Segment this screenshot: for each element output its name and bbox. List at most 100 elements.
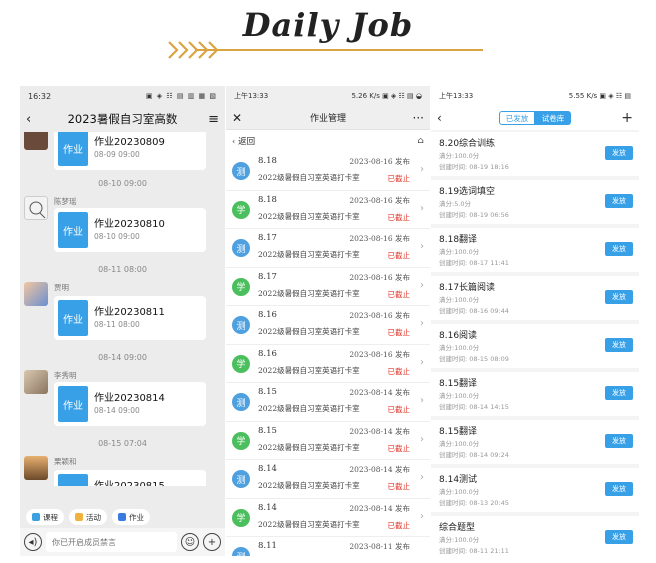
row-desc: 2022级暑假自习室英语打卡室 (258, 327, 360, 336)
homework-card[interactable]: 作业 作业20230814 08-14 09:00 (54, 382, 206, 426)
homework-row[interactable]: 学 8.16 2023-08-16 发布 2022级暑假自习室英语打卡室 已截止… (226, 345, 430, 383)
homework-title: 作业20230810 (94, 219, 165, 230)
homework-card[interactable]: 作业 作业20230815 (54, 470, 206, 486)
homework-row[interactable]: 学 8.17 2023-08-16 发布 2022级暑假自习室英语打卡室 已截止… (226, 268, 430, 306)
time-separator: 08-10 09:00 (98, 179, 147, 188)
exam-card[interactable]: 8.14测试 满分:100.0分 创建时间: 08-13 20:45 发放 (431, 468, 639, 512)
distribute-button[interactable]: 发放 (605, 530, 633, 544)
avatar[interactable] (24, 456, 48, 480)
emoji-icon[interactable]: ☺ (181, 533, 199, 551)
homework-row[interactable]: 学 8.15 2023-08-14 发布 2022级暑假自习室英语打卡室 已截止… (226, 422, 430, 460)
status-icons: ▣ ◈ ☷ ▤ ▥ ▦ ▧ (145, 92, 217, 100)
status-bar: 上午13:33 5.26 K/s ▣ ◈ ☷ ▤ ◒ (226, 86, 430, 106)
nav-bar: ✕ 作业管理 ··· (226, 106, 430, 130)
exam-title: 8.20综合训练 (439, 139, 496, 149)
exam-created-time: 创建时间: 08-15 08:09 (439, 355, 509, 363)
exam-title: 8.15翻译 (439, 379, 478, 389)
arrow-decoration-icon (168, 41, 483, 59)
avatar[interactable] (24, 132, 48, 150)
status-badge: 已截止 (387, 443, 411, 453)
more-icon[interactable]: ··· (410, 111, 424, 125)
back-button[interactable]: ‹ 返回 (232, 135, 255, 147)
distribute-button[interactable]: 发放 (605, 194, 633, 208)
exam-title: 8.19选词填空 (439, 187, 496, 197)
homework-card[interactable]: 作业 作业20230811 08-11 08:00 (54, 296, 206, 340)
distribute-button[interactable]: 发放 (605, 434, 633, 448)
exam-score: 满分:100.0分 (439, 248, 480, 256)
exam-title: 8.15翻译 (439, 427, 478, 437)
homework-tool-icon (118, 513, 126, 521)
homework-row[interactable]: 测 8.16 2023-08-16 发布 2022级暑假自习室英语打卡室 已截止… (226, 306, 430, 345)
homework-row[interactable]: 测 8.18 2023-08-16 发布 2022级暑假自习室英语打卡室 已截止… (226, 152, 430, 191)
row-date: 2023-08-14 发布 (349, 426, 410, 436)
exam-card[interactable]: 8.18翻译 满分:100.0分 创建时间: 08-17 11:41 发放 (431, 228, 639, 272)
distribute-button[interactable]: 发放 (605, 386, 633, 400)
voice-icon[interactable]: ◂) (24, 533, 42, 551)
exam-card[interactable]: 8.15翻译 满分:100.0分 创建时间: 08-14 09:24 发放 (431, 420, 639, 464)
distribute-button[interactable]: 发放 (605, 290, 633, 304)
tab-sent[interactable]: 已发放 (499, 111, 535, 125)
exam-created-time: 创建时间: 08-14 09:24 (439, 451, 509, 459)
homework-row[interactable]: 学 8.18 2023-08-16 发布 2022级暑假自习室英语打卡室 已截止… (226, 191, 430, 229)
homework-title: 作业20230809 (94, 137, 165, 148)
activity-button[interactable]: 活动 (69, 509, 107, 525)
homework-icon: 作业 (58, 300, 88, 336)
page-title: Daily Job (242, 6, 414, 44)
exam-card[interactable]: 8.20综合训练 满分:100.0分 创建时间: 08-19 18:16 发放 (431, 132, 639, 176)
avatar[interactable] (24, 196, 48, 220)
menu-icon[interactable]: ≡ (205, 112, 219, 127)
homework-row[interactable]: 测 8.15 2023-08-14 发布 2022级暑假自习室英语打卡室 已截止… (226, 383, 430, 422)
homework-list[interactable]: 测 8.18 2023-08-16 发布 2022级暑假自习室英语打卡室 已截止… (226, 152, 430, 556)
exam-card[interactable]: 8.16阅读 满分:100.0分 创建时间: 08-15 08:09 发放 (431, 324, 639, 368)
row-desc: 2022级暑假自习室英语打卡室 (258, 481, 360, 490)
chevron-right-icon: › (420, 510, 424, 522)
distribute-button[interactable]: 发放 (605, 338, 633, 352)
homework-row[interactable]: 测 8.14 2023-08-14 发布 2022级暑假自习室英语打卡室 已截止… (226, 460, 430, 499)
status-badge: 已截止 (387, 366, 411, 376)
exam-card[interactable]: 8.17长篇阅读 满分:100.0分 创建时间: 08-16 09:44 发放 (431, 276, 639, 320)
homework-row[interactable]: 测 8.11 2023-08-11 发布 (226, 537, 430, 556)
add-icon[interactable]: + (619, 110, 633, 126)
homework-row[interactable]: 学 8.14 2023-08-14 发布 2022级暑假自习室英语打卡室 已截止… (226, 499, 430, 537)
exam-card[interactable]: 8.15翻译 满分:100.0分 创建时间: 08-14 14:15 发放 (431, 372, 639, 416)
exam-created-time: 创建时间: 08-11 21:11 (439, 547, 509, 555)
course-icon (32, 513, 40, 521)
distribute-button[interactable]: 发放 (605, 482, 633, 496)
row-title: 8.16 (258, 348, 277, 359)
sender-name: 栗颖和 (54, 457, 77, 466)
home-icon[interactable]: ⌂ (418, 136, 425, 146)
message-input[interactable] (46, 532, 177, 552)
exam-title: 8.14测试 (439, 475, 478, 485)
course-button[interactable]: 课程 (26, 509, 64, 525)
exam-list[interactable]: 8.20综合训练 满分:100.0分 创建时间: 08-19 18:16 发放 … (431, 130, 639, 556)
homework-title: 作业20230811 (94, 307, 165, 318)
test-badge-icon: 测 (232, 393, 250, 411)
homework-date: 08-10 09:00 (94, 232, 140, 241)
chat-message: 栗颖和 作业 作业20230815 (20, 456, 225, 486)
row-desc: 2022级暑假自习室英语打卡室 (258, 442, 360, 452)
homework-button[interactable]: 作业 (112, 509, 150, 525)
add-icon[interactable]: + (203, 533, 221, 551)
exam-score: 满分:100.0分 (439, 152, 480, 160)
exam-card[interactable]: 8.19选词填空 满分:5.0分 创建时间: 08-19 06:56 发放 (431, 180, 639, 224)
chat-toolbar: 课程 活动 作业 (20, 506, 225, 528)
homework-row[interactable]: 测 8.17 2023-08-16 发布 2022级暑假自习室英语打卡室 已截止… (226, 229, 430, 268)
exam-created-time: 创建时间: 08-13 20:45 (439, 499, 509, 507)
homework-card[interactable]: 作业 作业20230810 08-10 09:00 (54, 208, 206, 252)
tab-library[interactable]: 试卷库 (535, 111, 571, 125)
avatar[interactable] (24, 370, 48, 394)
back-icon[interactable]: ‹ (437, 111, 451, 125)
exam-card[interactable]: 综合题型 满分:100.0分 创建时间: 08-11 21:11 发放 (431, 516, 639, 556)
sub-bar: ‹ 返回 ⌂ (226, 130, 430, 152)
chat-list[interactable]: 作业 作业20230809 08-09 09:00 08-10 09:00 陈梦… (20, 132, 225, 486)
distribute-button[interactable]: 发放 (605, 242, 633, 256)
status-right: 5.55 K/s ▣ ◈ ☷ ▤ (568, 92, 631, 100)
distribute-button[interactable]: 发放 (605, 146, 633, 160)
homework-date: 08-11 08:00 (94, 320, 140, 329)
back-icon[interactable]: ‹ (26, 112, 40, 127)
test-badge-icon: 测 (232, 547, 250, 556)
avatar[interactable] (24, 282, 48, 306)
page-title: 作业管理 (309, 114, 346, 124)
close-icon[interactable]: ✕ (232, 111, 246, 125)
homework-card[interactable]: 作业 作业20230809 08-09 09:00 (54, 132, 206, 170)
